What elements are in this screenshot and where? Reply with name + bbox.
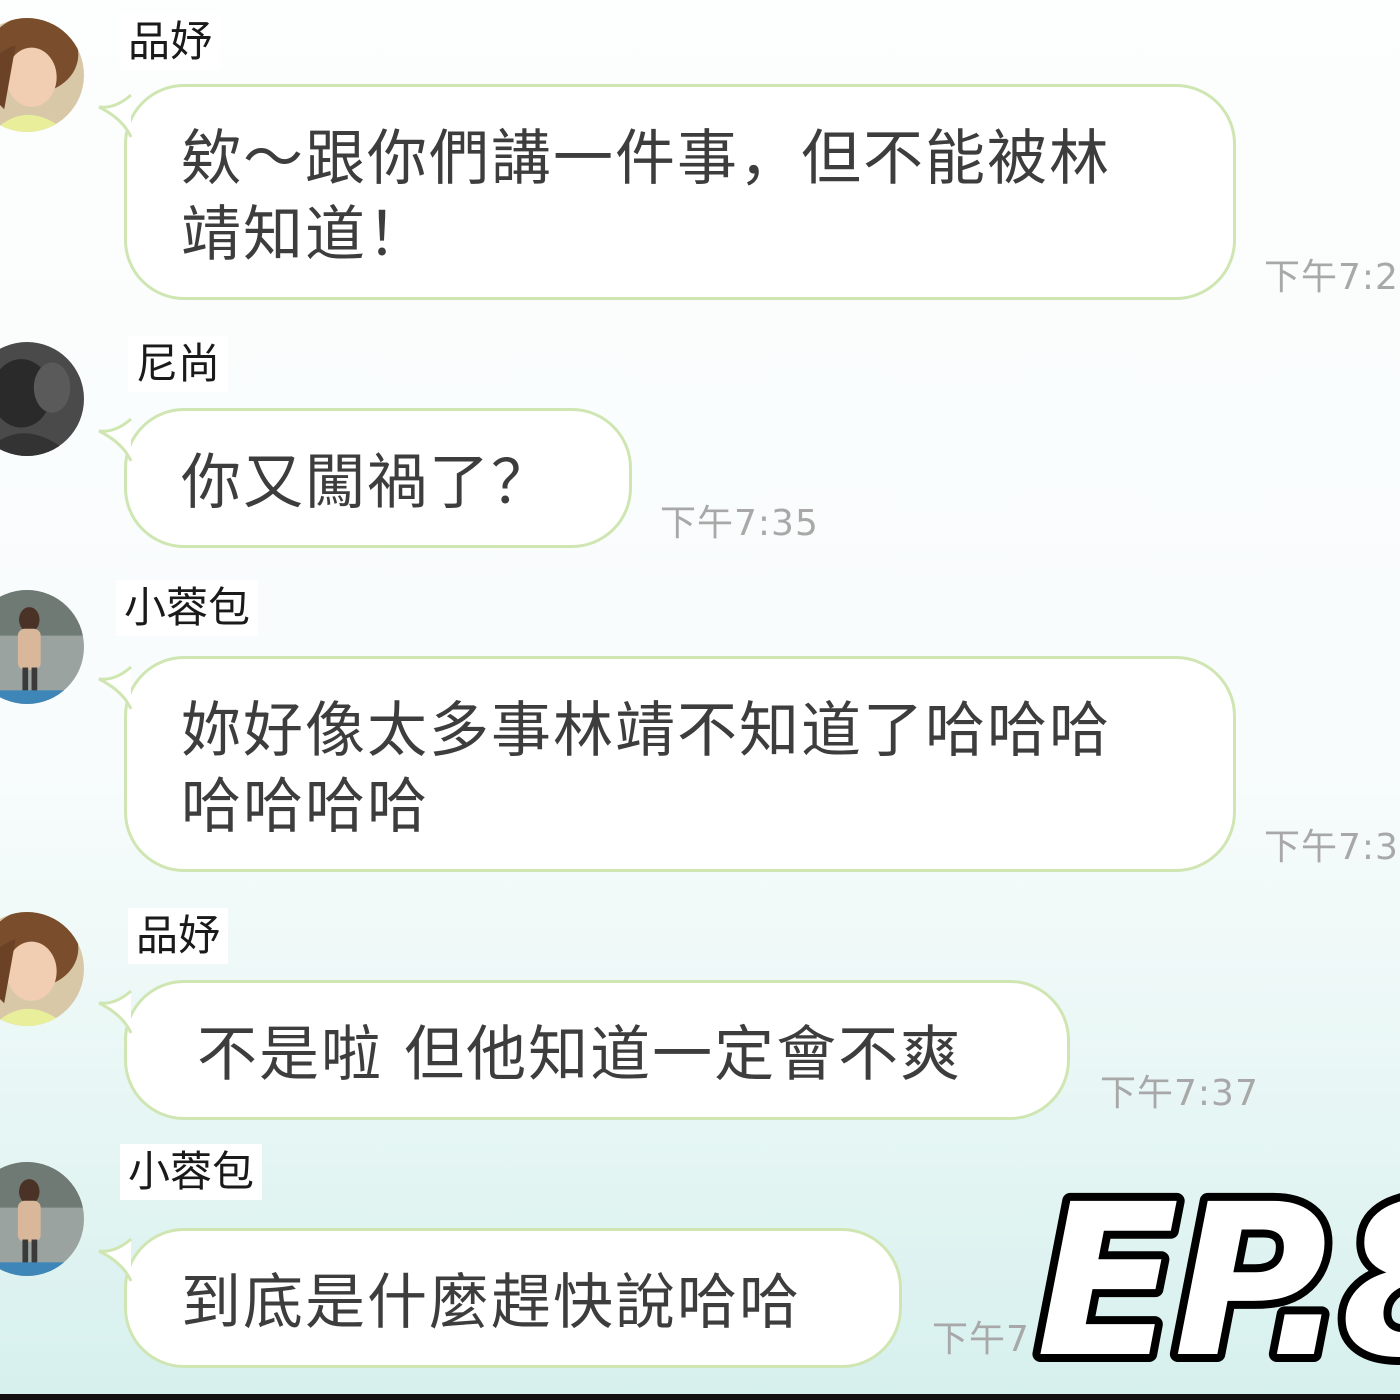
bottom-border <box>0 1394 1400 1400</box>
avatar[interactable] <box>0 18 84 132</box>
avatar[interactable] <box>0 590 84 704</box>
message-timestamp: 下午7:3 <box>1264 827 1399 868</box>
avatar-woman-smiling-icon <box>0 912 84 1026</box>
message-text: 欸～跟你們講一件事，但不能被林 靖知道！ <box>181 124 1111 270</box>
avatar[interactable] <box>0 342 84 456</box>
message-bubble[interactable]: 妳好像太多事林靖不知道了哈哈哈 哈哈哈哈 <box>98 656 1236 872</box>
message-timestamp: 下午7:35 <box>660 503 819 544</box>
message-bubble[interactable]: 不是啦 但他知道一定會不爽 <box>98 980 1070 1120</box>
sender-name: 小蓉包 <box>120 1144 263 1200</box>
message-text: 妳好像太多事林靖不知道了哈哈哈 哈哈哈哈 <box>181 696 1111 842</box>
bubble-tail-icon <box>98 989 133 1034</box>
avatar[interactable] <box>0 912 84 1026</box>
message-bubble[interactable]: 你又闖禍了？ <box>98 408 632 548</box>
bubble-tail-icon <box>98 1237 133 1282</box>
message-text: 你又闖禍了？ <box>181 448 553 518</box>
sender-name: 尼尚 <box>128 336 229 392</box>
message-text: 不是啦 但他知道一定會不爽 <box>197 1020 963 1090</box>
avatar-woman-standing-icon <box>0 590 84 704</box>
bubble-tail-icon <box>98 417 133 462</box>
message-bubble[interactable]: 欸～跟你們講一件事，但不能被林 靖知道！ <box>98 84 1236 300</box>
avatar[interactable] <box>0 1162 84 1276</box>
message-timestamp: 下午7:2 <box>1264 257 1399 298</box>
message-timestamp: 下午7 <box>932 1319 1030 1360</box>
sender-name: 品妤 <box>128 908 229 964</box>
message-timestamp: 下午7:37 <box>1100 1073 1259 1114</box>
message-text: 到底是什麼趕快說哈哈 <box>181 1268 801 1338</box>
sender-name: 小蓉包 <box>116 580 259 636</box>
episode-logo: EP.8 <box>1028 1151 1400 1380</box>
bubble-tail-icon <box>98 93 133 138</box>
message-bubble[interactable]: 到底是什麼趕快說哈哈 <box>98 1228 902 1368</box>
sender-name: 品妤 <box>120 14 221 70</box>
avatar-dark-photo-icon <box>0 342 84 456</box>
avatar-woman-smiling-icon <box>0 18 84 132</box>
episode-label: EP.8 <box>1036 1159 1400 1380</box>
avatar-woman-standing-icon <box>0 1162 84 1276</box>
bubble-tail-icon <box>98 665 133 710</box>
